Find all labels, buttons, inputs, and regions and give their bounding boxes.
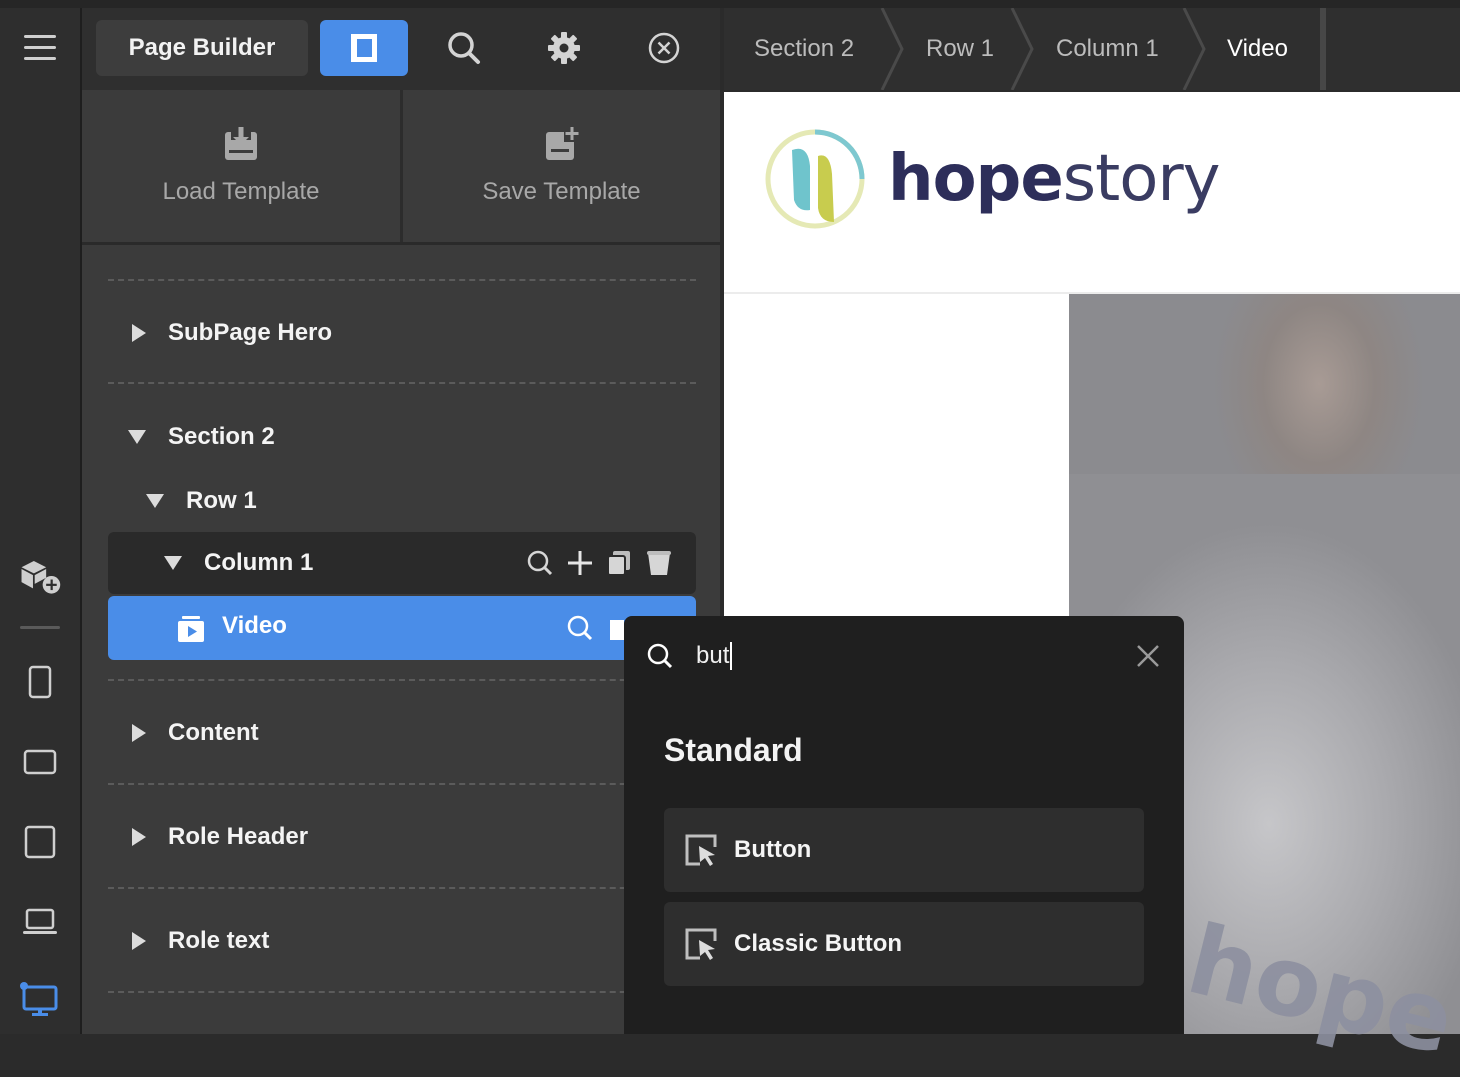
- tree-item-label: Role Header: [168, 823, 309, 850]
- breadcrumb-section[interactable]: Section 2: [754, 8, 854, 90]
- column-actions: [526, 532, 672, 594]
- divider: [108, 887, 696, 889]
- result-label: Button: [734, 836, 812, 863]
- tree-item-label: Video: [222, 612, 287, 639]
- logo-bold: hope: [888, 142, 1064, 216]
- site-header: hopestory: [724, 92, 1460, 294]
- close-icon[interactable]: [1136, 644, 1160, 668]
- collapse-arrow-icon[interactable]: [128, 430, 146, 444]
- add-page-icon: [545, 126, 580, 160]
- left-rail: [0, 8, 82, 1034]
- tree-item-role-header[interactable]: Role Header: [132, 817, 308, 857]
- tree-item-label: SubPage Hero: [168, 319, 333, 346]
- gear-icon[interactable]: [538, 22, 590, 74]
- rail-divider: [20, 626, 60, 629]
- top-strip: [0, 0, 1460, 8]
- tree-item-label: Row 1: [186, 487, 257, 514]
- tree-item-label: Column 1: [204, 549, 314, 576]
- add-module-icon[interactable]: [18, 554, 62, 598]
- breadcrumb-separator: [880, 8, 904, 90]
- breadcrumb-video[interactable]: Video: [1227, 8, 1288, 90]
- result-button[interactable]: Button: [664, 808, 1144, 892]
- hopestory-logo-icon: [765, 129, 865, 229]
- trash-icon[interactable]: [646, 549, 672, 577]
- template-panel: Load Template Save Template: [82, 90, 720, 245]
- close-circle-icon[interactable]: [638, 22, 690, 74]
- divider: [108, 679, 696, 681]
- tree-item-content[interactable]: Content: [132, 713, 259, 753]
- menu-icon[interactable]: [18, 26, 62, 70]
- button-module-icon: [685, 928, 717, 960]
- expand-arrow-icon[interactable]: [132, 724, 146, 742]
- inspect-icon[interactable]: [566, 614, 594, 642]
- tree-item-row-1[interactable]: Row 1: [146, 481, 257, 521]
- page-builder-button[interactable]: Page Builder: [96, 20, 308, 76]
- search-icon[interactable]: [438, 22, 490, 74]
- layout-panel-button[interactable]: [320, 20, 408, 76]
- search-icon: [647, 643, 673, 669]
- breadcrumb-end: [1320, 8, 1326, 90]
- divider: [108, 991, 696, 993]
- tablet-icon[interactable]: [18, 820, 62, 864]
- load-template-button[interactable]: Load Template: [82, 90, 400, 240]
- logo-light: story: [1062, 142, 1221, 216]
- tree-item-section-2[interactable]: Section 2: [128, 417, 275, 457]
- inspect-icon[interactable]: [526, 549, 554, 577]
- column-node: Column 1: [164, 543, 313, 583]
- breadcrumb-column[interactable]: Column 1: [1056, 8, 1159, 90]
- add-icon[interactable]: [566, 549, 594, 577]
- save-template-label: Save Template: [482, 178, 641, 205]
- tree-item-label: Content: [168, 719, 259, 746]
- divider: [108, 279, 696, 281]
- hopestory-logo-text: hopestory: [888, 142, 1221, 216]
- tree-item-video[interactable]: Video: [108, 596, 696, 660]
- result-label: Classic Button: [734, 930, 903, 957]
- collapse-arrow-icon[interactable]: [146, 494, 164, 508]
- video-module-icon: [178, 616, 204, 642]
- tree-item-role-text[interactable]: Role text: [132, 921, 269, 961]
- tree-item-subpage-hero[interactable]: SubPage Hero: [132, 313, 332, 353]
- duplicate-icon[interactable]: [606, 549, 632, 577]
- tree-item-label: Role text: [168, 927, 270, 954]
- download-box-icon: [225, 126, 257, 160]
- results-section-heading: Standard: [664, 732, 803, 768]
- phone-icon[interactable]: [18, 660, 62, 704]
- layout-panel-icon: [351, 34, 377, 62]
- breadcrumb: Section 2 Row 1 Column 1 Video: [724, 8, 1460, 90]
- search-query: but: [696, 642, 730, 669]
- divider: [108, 382, 696, 384]
- desktop-icon[interactable]: [18, 978, 62, 1022]
- save-template-button[interactable]: Save Template: [403, 90, 720, 240]
- breadcrumb-separator: [1182, 8, 1206, 90]
- load-template-label: Load Template: [162, 178, 320, 205]
- button-module-icon: [685, 834, 717, 866]
- module-search-popover: but Standard Button Classic Button: [624, 616, 1184, 1034]
- add-icon[interactable]: [608, 616, 624, 642]
- text-caret: [730, 642, 733, 670]
- tree-item-label: Section 2: [168, 423, 275, 450]
- breadcrumb-row[interactable]: Row 1: [926, 8, 994, 90]
- module-search-bar: but: [624, 616, 1184, 696]
- collapse-arrow-icon[interactable]: [164, 556, 182, 570]
- divider: [108, 783, 696, 785]
- module-search-input[interactable]: but: [696, 638, 1096, 674]
- expand-arrow-icon[interactable]: [132, 828, 146, 846]
- tablet-landscape-icon[interactable]: [18, 740, 62, 784]
- result-classic-button[interactable]: Classic Button: [664, 902, 1144, 986]
- expand-arrow-icon[interactable]: [132, 932, 146, 950]
- laptop-icon[interactable]: [18, 900, 62, 944]
- breadcrumb-separator: [1010, 8, 1034, 90]
- builder-toolbar: Page Builder: [82, 8, 720, 92]
- tree-item-column-1[interactable]: Column 1: [108, 532, 696, 594]
- expand-arrow-icon[interactable]: [132, 324, 146, 342]
